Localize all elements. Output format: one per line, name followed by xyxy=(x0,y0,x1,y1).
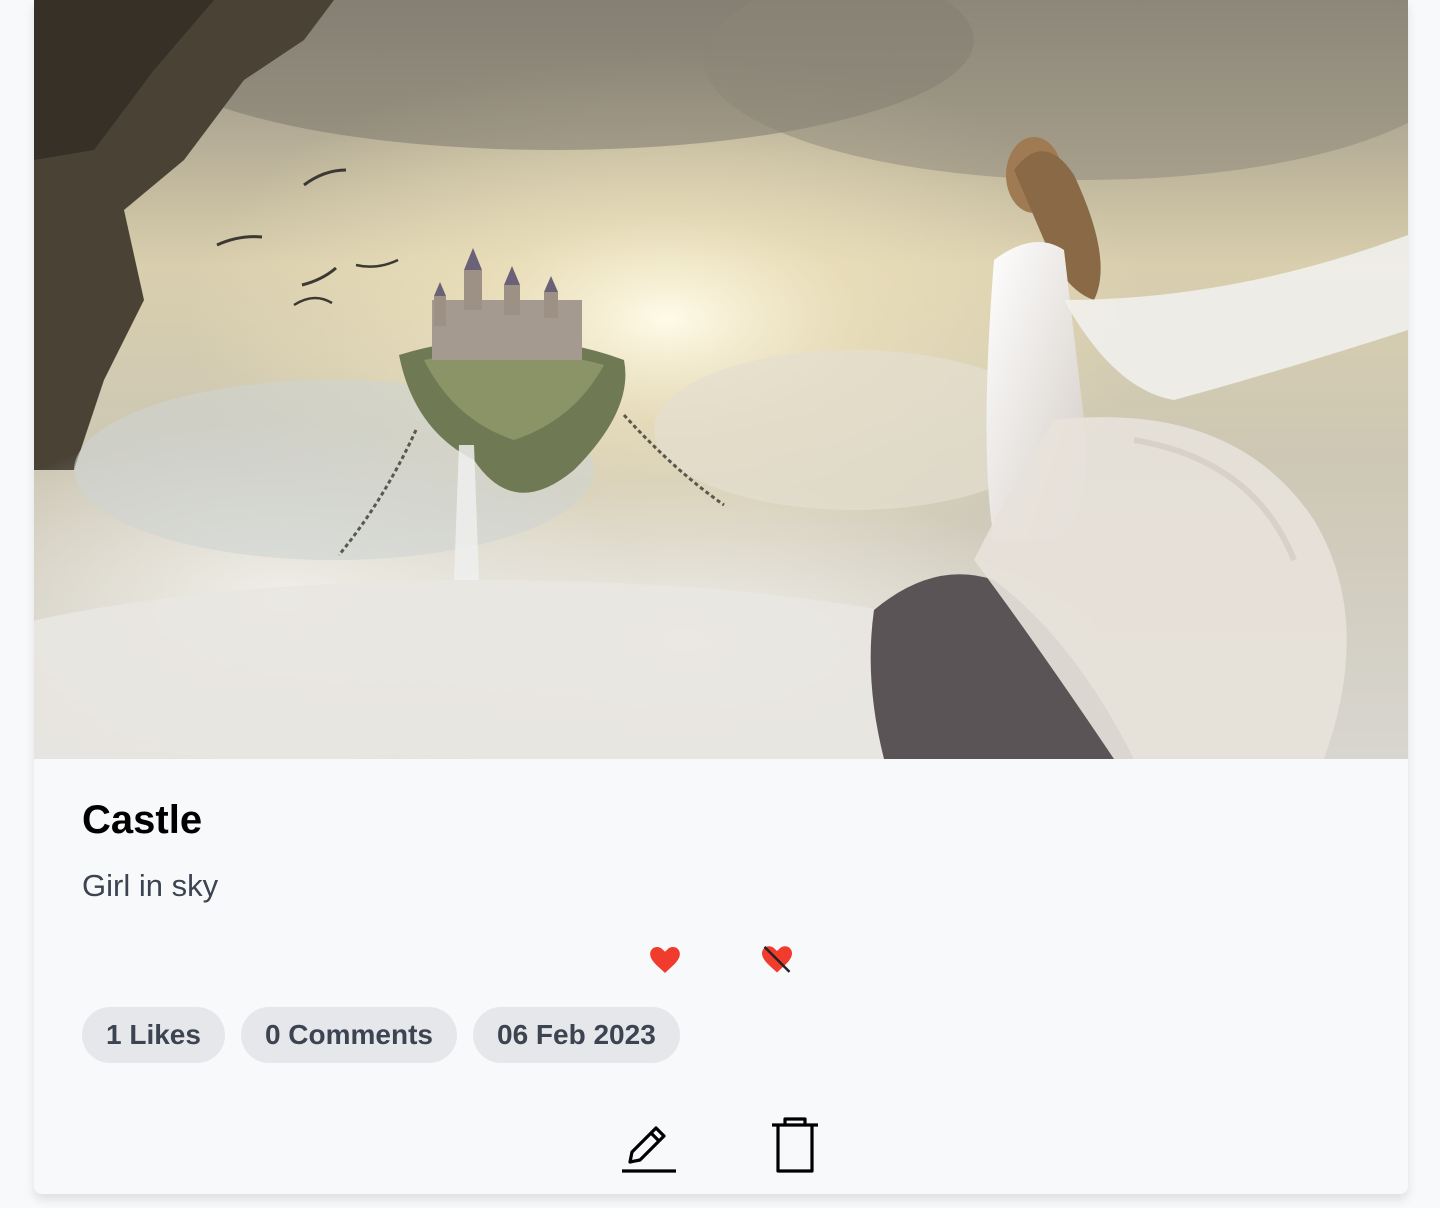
post-description: Girl in sky xyxy=(82,868,219,903)
post-title: Castle xyxy=(82,798,203,842)
like-button[interactable] xyxy=(648,944,682,976)
edit-button[interactable] xyxy=(616,1114,678,1176)
date-badge: 06 Feb 2023 xyxy=(473,1007,680,1063)
heart-crossed-icon xyxy=(762,946,792,973)
dislike-button[interactable] xyxy=(760,944,794,976)
likes-badge: 1 Likes xyxy=(82,1007,225,1063)
trash-icon xyxy=(772,1117,818,1173)
delete-button[interactable] xyxy=(764,1114,826,1176)
post-image xyxy=(34,0,1408,759)
post-stats: 1 Likes 0 Comments 06 Feb 2023 xyxy=(82,1007,680,1063)
pencil-icon xyxy=(622,1126,676,1173)
comments-badge: 0 Comments xyxy=(240,1007,457,1063)
post-card: Castle Girl in sky 1 Likes 0 Comments 06… xyxy=(34,0,1408,1194)
heart-icon xyxy=(650,947,680,973)
